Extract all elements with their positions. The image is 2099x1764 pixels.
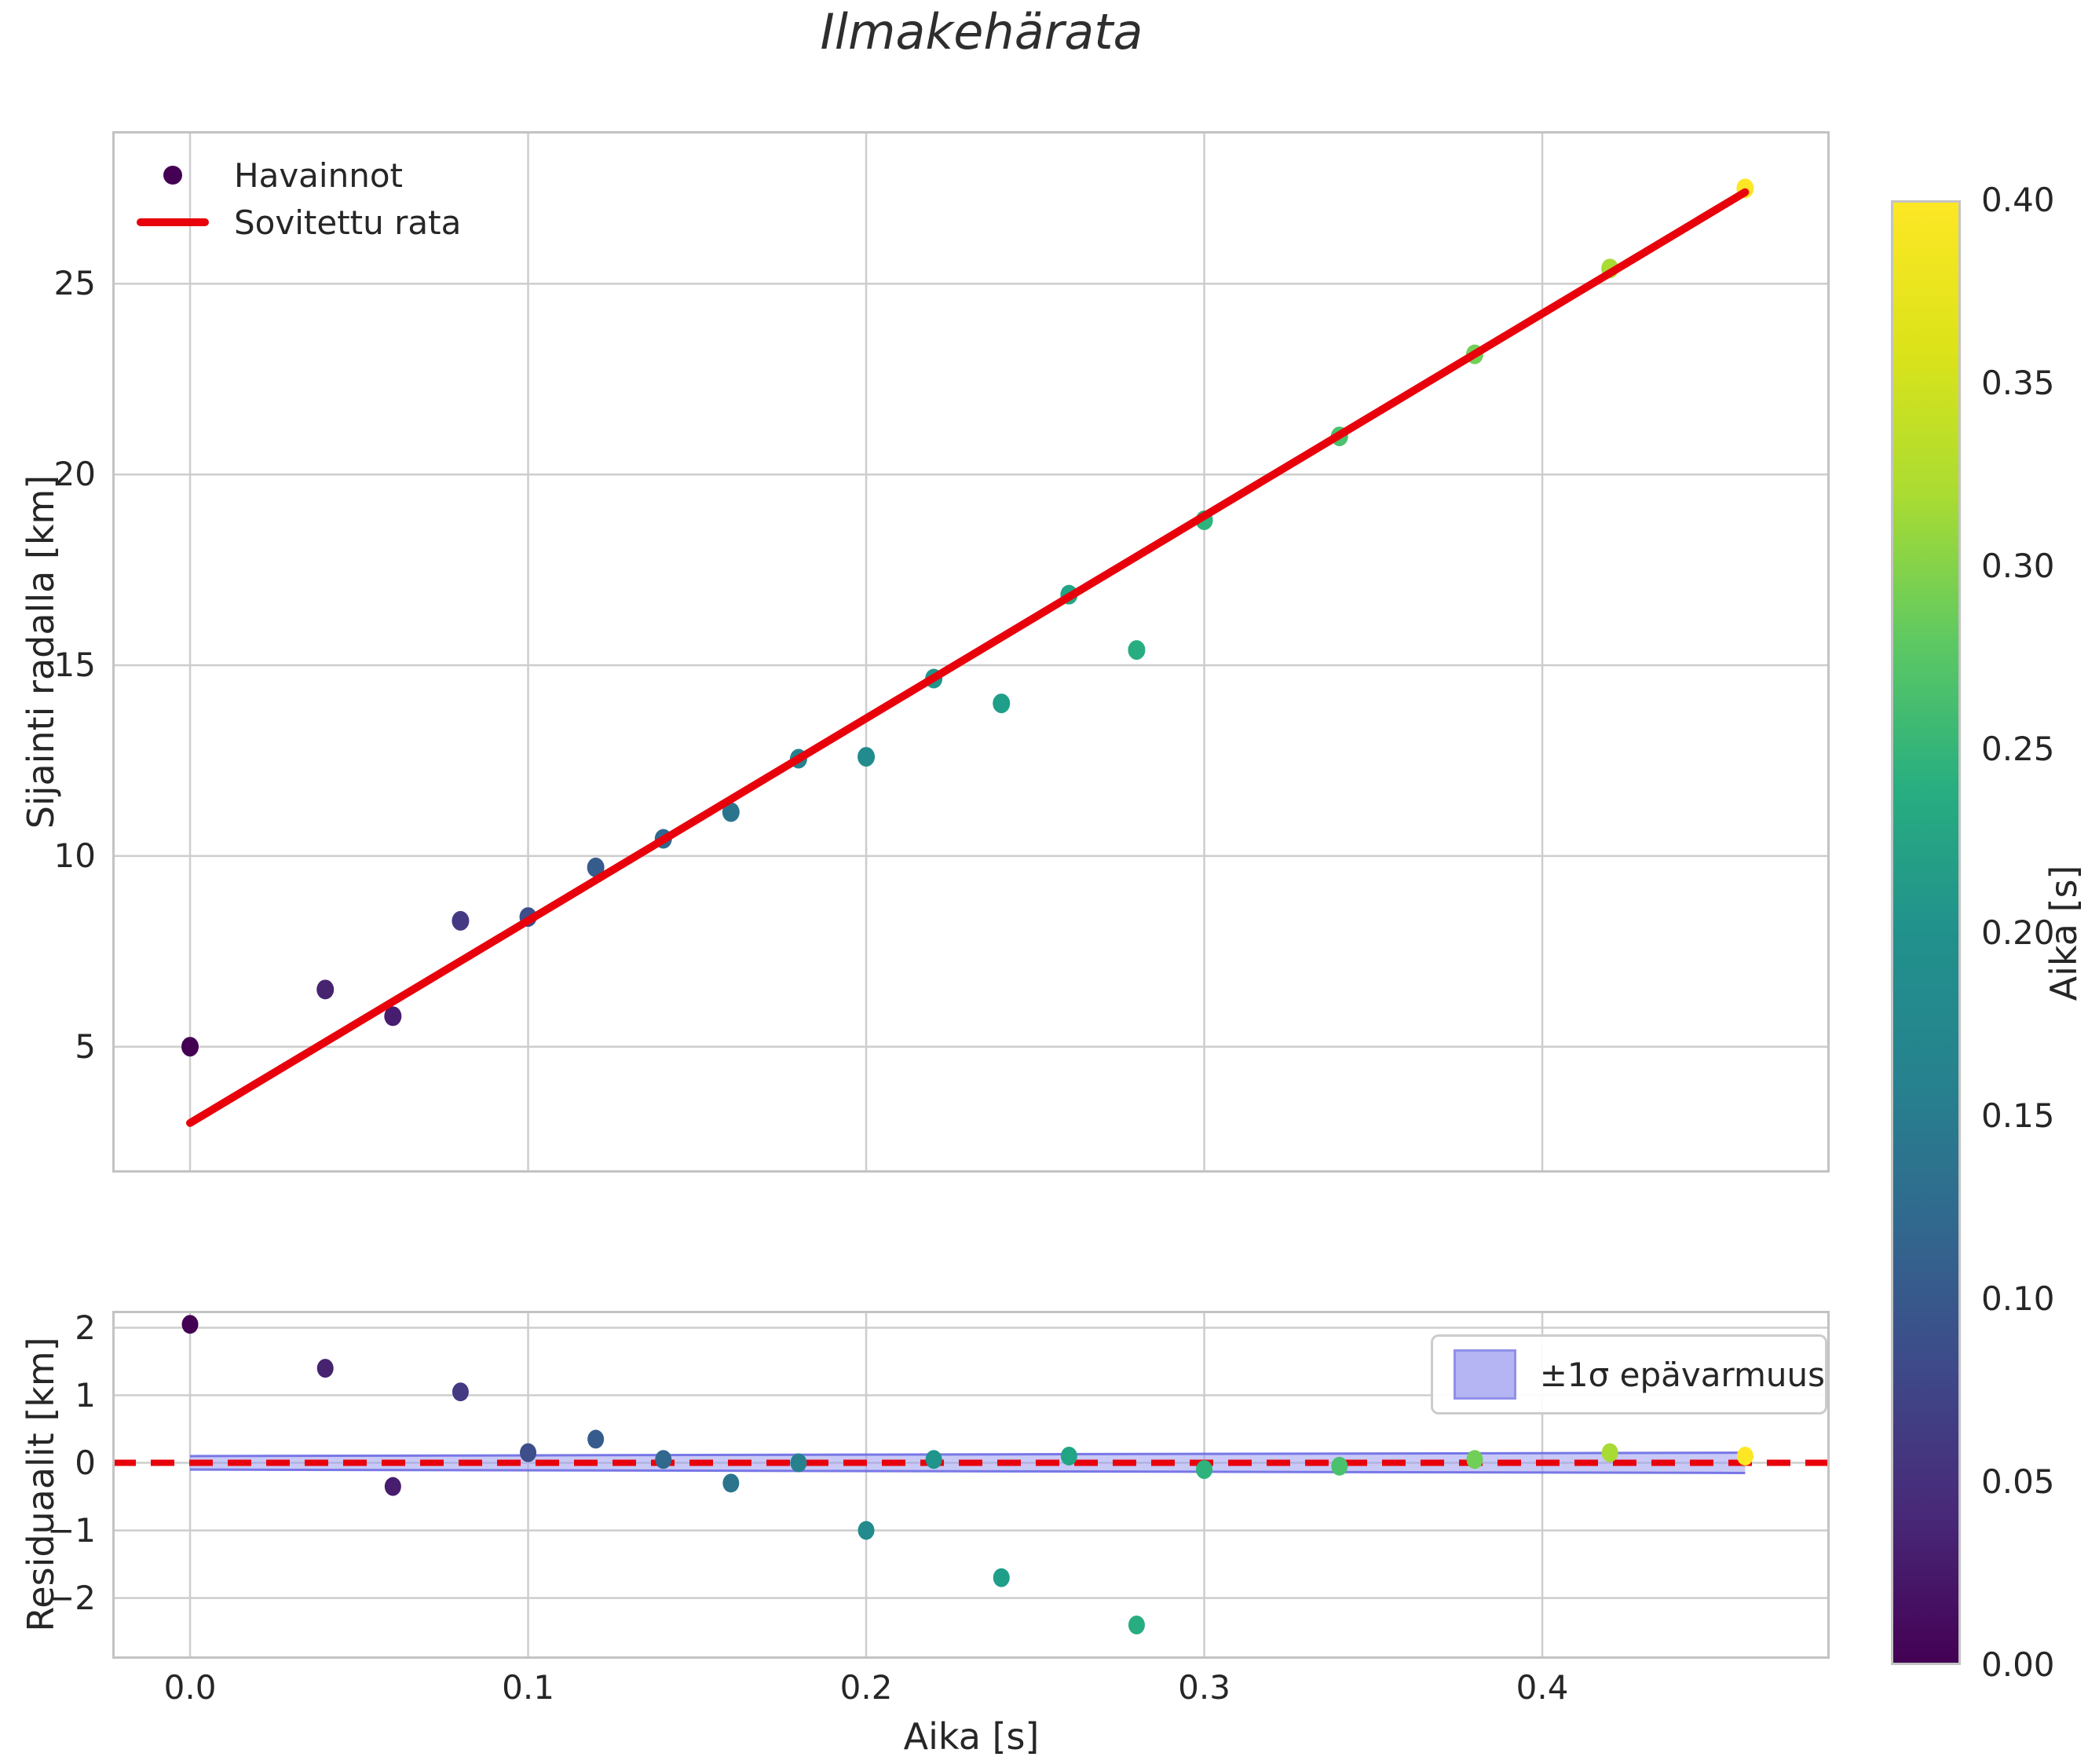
residual-point — [722, 1473, 740, 1493]
residual-point — [1060, 1446, 1077, 1466]
colorbar-tick-label: 0.00 — [1981, 1645, 2055, 1684]
uncertainty-band-icon — [1454, 1349, 1516, 1400]
residual-point — [925, 1450, 942, 1469]
colorbar-tick-label: 0.30 — [1981, 547, 2055, 586]
x-tick-label: 0.0 — [163, 1668, 217, 1707]
legend-label-fitline: Sovitettu rata — [234, 203, 462, 242]
legend-entry-observations: Havainnot — [124, 156, 403, 195]
residual-point — [1736, 1446, 1753, 1466]
colorbar-label: Aika [s] — [2042, 865, 2085, 1001]
colorbar-tick-label: 0.40 — [1981, 181, 2055, 219]
residual-point — [316, 1359, 334, 1378]
colorbar — [1891, 200, 1961, 1665]
residual-point — [1466, 1450, 1483, 1469]
legend-label-observations: Havainnot — [234, 156, 403, 195]
legend-entry-fitline: Sovitettu rata — [124, 203, 461, 242]
observations-series — [181, 178, 1754, 1057]
residual-point — [520, 1443, 537, 1462]
residual-point — [384, 1477, 401, 1496]
x-tick-label: 0.1 — [502, 1668, 554, 1707]
colorbar-tick-label: 0.35 — [1981, 364, 2055, 403]
main-y-tick-label: 25 — [53, 264, 96, 303]
chart-title: Ilmakehärata — [820, 3, 1143, 60]
observation-point — [181, 1037, 199, 1057]
colorbar-tick-label: 0.10 — [1981, 1279, 2055, 1318]
observation-point — [1128, 640, 1146, 661]
residual-point — [1196, 1460, 1213, 1480]
observation-point — [452, 910, 470, 931]
x-tick-label: 0.4 — [1516, 1668, 1569, 1707]
residual-point — [993, 1568, 1010, 1587]
colorbar-tick-label: 0.25 — [1981, 730, 2055, 769]
figure: Ilmakehärata 5 10 15 20 25 −2 −1 0 1 2 0.0 0.1 0.2… — [0, 0, 2099, 1764]
observations-marker-icon — [163, 166, 182, 185]
residual-point — [181, 1315, 199, 1334]
residual-legend: ±1σ epävarmuus — [1431, 1334, 1827, 1414]
residual-point — [587, 1429, 605, 1449]
observation-point — [993, 694, 1011, 714]
main-y-axis-label: Sijainti radalla [km] — [20, 474, 62, 829]
legend-label-uncertainty: ±1σ epävarmuus — [1539, 1355, 1825, 1394]
residual-point — [452, 1382, 469, 1402]
observation-point — [858, 747, 876, 767]
main-y-tick-label: 10 — [53, 836, 96, 875]
residual-point — [790, 1453, 807, 1473]
residual-point — [655, 1450, 672, 1469]
residual-point — [1331, 1456, 1348, 1476]
colorbar-tick-label: 0.05 — [1981, 1462, 2055, 1501]
observation-point — [316, 979, 335, 1000]
main-plot — [112, 131, 1830, 1173]
fit-line — [186, 188, 1750, 1127]
residual-point — [858, 1521, 875, 1540]
colorbar-tick-label: 0.15 — [1981, 1096, 2055, 1135]
main-y-tick-label: 5 — [75, 1027, 96, 1066]
residual-point — [1601, 1443, 1618, 1462]
x-axis-label: Aika [s] — [903, 1715, 1040, 1758]
main-legend: Havainnot Sovitettu rata — [124, 141, 470, 259]
residual-y-axis-label: Residuaalit [km] — [20, 1337, 62, 1632]
residual-point — [1128, 1615, 1145, 1634]
x-tick-label: 0.3 — [1178, 1668, 1231, 1707]
x-tick-label: 0.2 — [839, 1668, 893, 1707]
fit-line-icon — [137, 218, 209, 226]
